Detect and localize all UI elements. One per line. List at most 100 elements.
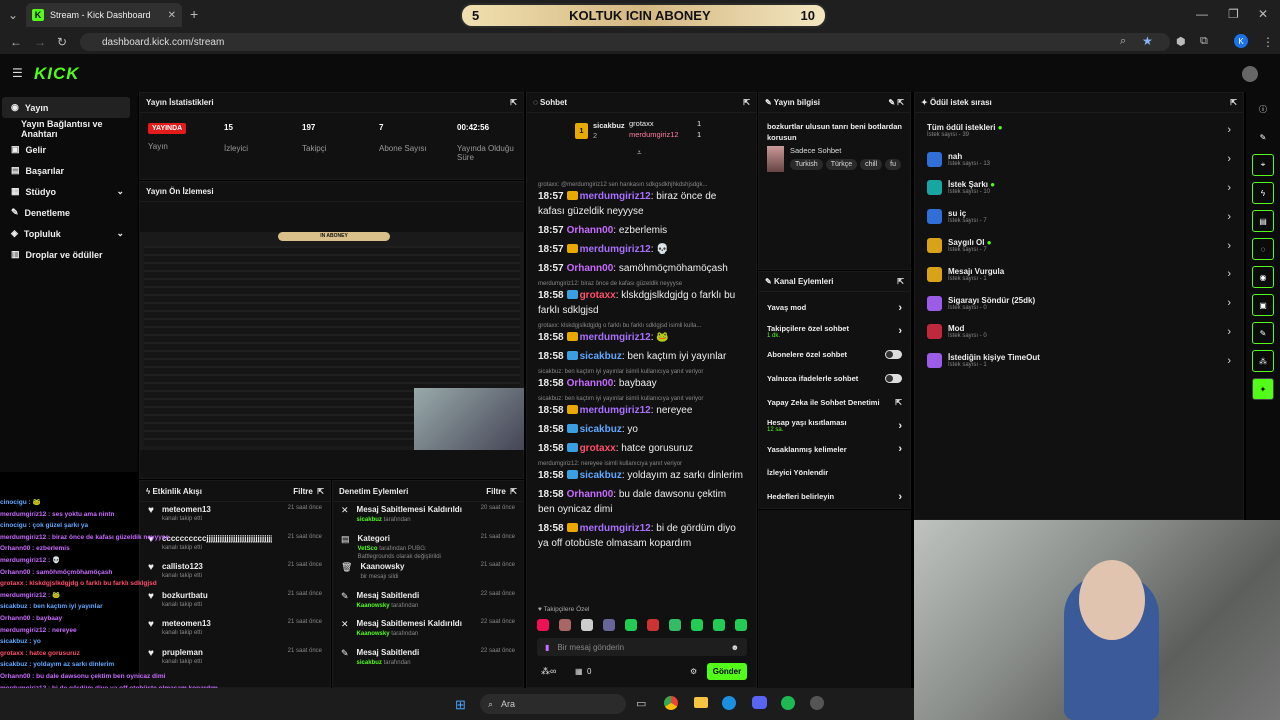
target-icon[interactable]: ⌖ [1252,154,1274,176]
channel-action-row[interactable]: İzleyici Yönlendir [759,461,910,485]
message-user[interactable]: merdumgiriz12 [580,523,651,534]
file-explorer-icon[interactable] [694,697,708,708]
message-user[interactable]: merdumgiriz12 [580,405,651,416]
message-user[interactable]: merdumgiriz12 [580,244,651,255]
message-user[interactable]: merdumgiriz12 [580,191,651,202]
reward-row[interactable]: İstek Şarkı ● İstek sayısı - 10 › [915,174,1243,203]
edit-icon[interactable]: ✎ [1252,126,1274,148]
moderation-row[interactable]: ▤ Kategori VetSco tarafından PUBG: Battleg… [333,531,523,560]
chat-message[interactable]: 18:58 sicakbuz: ben kaçtım iyi yayınlar [527,349,755,364]
moderation-row[interactable]: 🗑 Kaanowsky bir mesajı sildi 21 saat önce [333,559,523,588]
emote-icon[interactable] [647,619,659,631]
channel-action-row[interactable]: Yasaklanmış kelimeler › [759,438,910,462]
sidebar-item-studyo[interactable]: ▦ Stüdyo ⌄ [2,181,130,202]
emote-icon[interactable] [691,619,703,631]
chat-message[interactable]: 18:58 Orhann00: baybaay [527,376,755,391]
chat-message[interactable]: 18:58 sicakbuz: yoldayım az sarkı dinleri… [527,468,755,483]
emoji-icon[interactable]: ☻ [731,643,739,652]
chat-message[interactable]: 18:58 grotaxx: klskdgjslkdgjdg o farklı b… [527,288,755,318]
channel-action-row[interactable]: Yalnızca ifadelerle sohbet [759,367,910,391]
moderation-row[interactable]: ✕ Mesaj Sabitlemesi Kaldırıldı sicakbuz ta… [333,502,523,531]
extension-icon[interactable]: ⬢ [1176,35,1186,48]
sidebar-item-yayin[interactable]: ◉ Yayın [2,97,130,118]
popout-icon[interactable]: ⇱ [510,98,517,107]
zoom-icon[interactable]: ⌕ [1120,35,1126,48]
message-user[interactable]: sicakbuz [580,351,622,362]
back-icon[interactable]: ← [10,35,22,49]
message-user[interactable]: grotaxx [580,290,616,301]
card-icon[interactable]: ▣ [1252,294,1274,316]
chat-settings-icon[interactable]: ⚙ [690,667,697,676]
emote-icon[interactable] [581,619,593,631]
reward-all-row[interactable]: Tüm ödül istekleri ● İstek sayısı - 39 › [915,116,1243,145]
emote-icon[interactable] [625,619,637,631]
share-icon[interactable]: ⁂ [1252,350,1274,372]
extensions-puzzle-icon[interactable]: ⧉ [1200,35,1208,48]
activity-row[interactable]: ♥ prupleman kanalı takip etti 21 saat önce [140,645,330,674]
reward-row[interactable]: Saygılı Ol ● İstek sayısı - 7 › [915,231,1243,260]
moderation-row[interactable]: ✎ Mesaj Sabitlendi Kaanowsky tarafından 22 … [333,588,523,617]
url-field[interactable]: dashboard.kick.com/stream [80,33,1170,51]
reward-row[interactable]: nah İstek sayısı - 13 › [915,145,1243,174]
activity-row[interactable]: ♥ callisto123 kanalı takip etti 21 saat önc… [140,559,330,588]
chat-message[interactable]: 18:58 sicakbuz: yo [527,422,755,437]
activity-row[interactable]: ♥ meteomen13 kanalı takip etti 21 saat önce [140,502,330,531]
forward-icon[interactable]: → [34,35,46,49]
popout-icon[interactable]: ⇱ [743,98,750,107]
tag-chip[interactable]: Turkish [790,159,823,170]
info-icon[interactable]: ⓘ [1252,98,1274,120]
sidebar-item-denetleme[interactable]: ✎ Denetleme [2,202,130,223]
activity-row[interactable]: ♥ meteomen13 kanalı takip etti 21 saat önce [140,616,330,645]
popout-icon[interactable]: ⇱ [510,487,517,496]
channel-action-row[interactable]: Yavaş mod › [759,296,910,320]
chat-message[interactable]: 18:58 merdumgiriz12: 🐸 [527,330,755,345]
popout-icon[interactable]: ⇱ [317,487,324,496]
chat-message[interactable]: 18:57 merdumgiriz12: biraz önce de kafası… [527,189,755,219]
message-user[interactable]: sicakbuz [580,424,622,435]
wrench-icon[interactable]: ✎ [1252,322,1274,344]
edit-icon[interactable]: ✎ [888,98,895,107]
new-tab-icon[interactable]: + [190,6,198,22]
clipboard-icon[interactable]: ▤ [1252,210,1274,232]
emote-icon[interactable] [603,619,615,631]
minimize-icon[interactable]: — [1196,7,1208,21]
mic-icon[interactable]: ▮ [545,643,549,652]
send-button[interactable]: Gönder [707,663,747,680]
sidebar-item-topluluk[interactable]: ◈ Topluluk ⌄ [2,223,130,244]
activity-row[interactable]: ♥ bozkurtbatu kanalı takip etti 21 saat önc… [140,588,330,617]
message-user[interactable]: merdumgiriz12 [580,332,651,343]
expand-icon[interactable]: ⩡ [637,148,642,158]
popout-icon[interactable]: ⇱ [897,98,904,107]
chat-message[interactable]: 18:58 grotaxx: hatce gorusuruz [527,441,755,456]
sidebar-item-gelir[interactable]: ▣ Gelir [2,139,130,160]
chat-message[interactable]: 18:58 Orhann00: bu dale dawsonu çektim be… [527,487,755,517]
tab-list-icon[interactable]: ⌄ [8,8,18,22]
tag-chip[interactable]: chill [860,159,883,170]
moderation-row[interactable]: ✎ Mesaj Sabitlendi sicakbuz tarafından 22 s… [333,645,523,674]
tag-chip[interactable]: fu [885,159,902,170]
channel-action-row[interactable]: Hedefleri belirleyin › [759,485,910,509]
message-user[interactable]: sicakbuz [580,470,622,481]
spotify-icon[interactable] [781,696,795,710]
reward-row[interactable]: Mesajı Vurgula İstek sayısı - 1 › [915,260,1243,289]
sidebar-item-droplar[interactable]: ▥ Droplar ve ödüller [2,244,130,265]
close-tab-icon[interactable]: ✕ [168,10,176,21]
toggle-switch[interactable] [885,374,902,384]
close-window-icon[interactable]: ✕ [1258,7,1268,21]
windows-start-icon[interactable]: ⊞ [455,697,466,713]
reward-row[interactable]: İstediğin kişiye TimeOut İstek sayısı - 1… [915,346,1243,375]
emote-icon[interactable] [537,619,549,631]
sidebar-item-basarilar[interactable]: ▤ Başarılar [2,160,130,181]
filter-button[interactable]: Filtre [486,487,506,496]
chat-message[interactable]: 18:57 Orhann00: ezberlemis [527,223,755,238]
sidebar-item-stream-key[interactable]: Yayın Bağlantısı ve Anahtarı [2,118,130,139]
chat-input[interactable]: ▮ Bir mesaj gönderin ☻ [537,638,747,656]
hamburger-menu-icon[interactable]: ☰ [12,66,23,80]
moderation-row[interactable]: ✕ Mesaj Sabitlemesi Kaldırıldı Kaanowsky t… [333,616,523,645]
restore-icon[interactable]: ❐ [1228,7,1239,21]
popout-icon[interactable]: ⇱ [897,277,904,286]
channel-action-row[interactable]: Hesap yaşı kısıtlaması 12 sa. › [759,414,910,438]
chat-message[interactable]: 18:58 merdumgiriz12: nereyee [527,403,755,418]
channel-action-row[interactable]: Abonelere özel sohbet [759,343,910,367]
chat-message[interactable]: 18:57 merdumgiriz12: 💀 [527,242,755,257]
